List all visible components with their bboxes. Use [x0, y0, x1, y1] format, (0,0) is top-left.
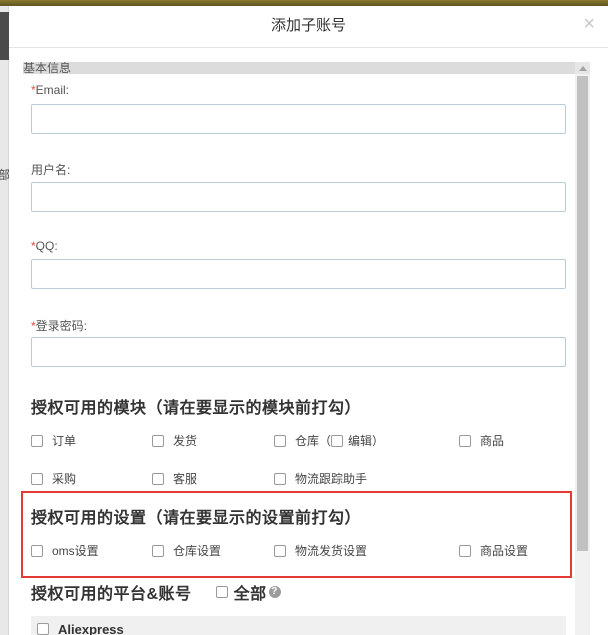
modules-group-title: 授权可用的模块（请在要显示的模块前打勾） — [31, 400, 362, 417]
add-subaccount-dialog: 添加子账号 × 基本信息 *Email: 用户名: *QQ: *登录密码: 授权… — [9, 6, 608, 635]
checkbox-box[interactable] — [31, 434, 43, 447]
email-field[interactable] — [31, 104, 566, 134]
platform-label: Aliexpress — [58, 621, 124, 635]
checkbox-box[interactable] — [459, 434, 471, 447]
checkbox-box[interactable] — [152, 472, 164, 485]
scroll-up-arrow-icon[interactable] — [575, 62, 590, 74]
module-label: 客服 — [173, 472, 198, 486]
qq-label: *QQ: — [31, 239, 58, 253]
platforms-group-title: 授权可用的平台&账号 全部 ? — [31, 580, 281, 604]
username-field[interactable] — [31, 182, 566, 212]
checkbox-box[interactable] — [31, 472, 43, 485]
module-purchase-checkbox[interactable]: 采购 — [31, 470, 76, 487]
settings-highlight-box — [21, 491, 572, 578]
dialog-title: 添加子账号 — [270, 17, 346, 34]
section-basic-info: 基本信息 — [23, 62, 575, 74]
checkbox-box[interactable] — [274, 472, 286, 485]
dialog-header: 添加子账号 × — [9, 6, 608, 48]
password-label-text: 登录密码: — [35, 319, 88, 333]
module-order-checkbox[interactable]: 订单 — [31, 432, 76, 449]
help-circle-icon[interactable]: ? — [268, 586, 281, 598]
username-label: 用户名: — [31, 163, 71, 177]
qq-label-text: QQ: — [35, 239, 58, 253]
module-label: 商品 — [480, 434, 505, 448]
platform-aliexpress-checkbox[interactable] — [37, 623, 49, 635]
checkbox-box[interactable] — [215, 586, 228, 598]
close-icon[interactable]: × — [583, 14, 595, 34]
qq-field[interactable] — [31, 259, 566, 289]
email-label: *Email: — [31, 83, 69, 97]
platforms-all-checkbox[interactable]: 全部 ? — [215, 580, 281, 604]
module-label: 订单 — [52, 434, 77, 448]
module-product-checkbox[interactable]: 商品 — [459, 432, 504, 449]
password-label: *登录密码: — [31, 317, 87, 334]
platforms-title-text: 授权可用的平台&账号 — [31, 586, 192, 603]
module-label: 物流跟踪助手 — [295, 472, 368, 486]
module-label: 采购 — [52, 472, 77, 486]
platforms-all-label: 全部 — [233, 586, 267, 603]
background-page-edge: 部 — [0, 6, 10, 635]
module-tracking-assistant-checkbox[interactable]: 物流跟踪助手 — [274, 470, 367, 487]
paren-open: （ — [319, 434, 332, 448]
module-label: 仓库 — [295, 434, 320, 448]
password-field[interactable] — [31, 337, 566, 367]
module-warehouse-checkbox[interactable] — [274, 434, 286, 447]
module-warehouse-item: 仓库 （ 编辑 ） — [274, 432, 384, 449]
email-label-text: Email: — [35, 83, 70, 97]
scrollbar-thumb[interactable] — [577, 76, 588, 551]
platform-row-aliexpress[interactable]: Aliexpress — [31, 616, 566, 635]
warehouse-edit-label: 编辑 — [348, 434, 373, 448]
paren-close: ） — [372, 434, 385, 448]
module-customer-service-checkbox[interactable]: 客服 — [152, 470, 197, 487]
checkbox-box[interactable] — [152, 434, 164, 447]
vertical-scrollbar[interactable] — [575, 62, 590, 635]
background-dark-block — [0, 12, 9, 60]
module-label: 发货 — [173, 434, 198, 448]
warehouse-edit-checkbox[interactable] — [331, 434, 344, 447]
module-shipping-checkbox[interactable]: 发货 — [152, 432, 197, 449]
